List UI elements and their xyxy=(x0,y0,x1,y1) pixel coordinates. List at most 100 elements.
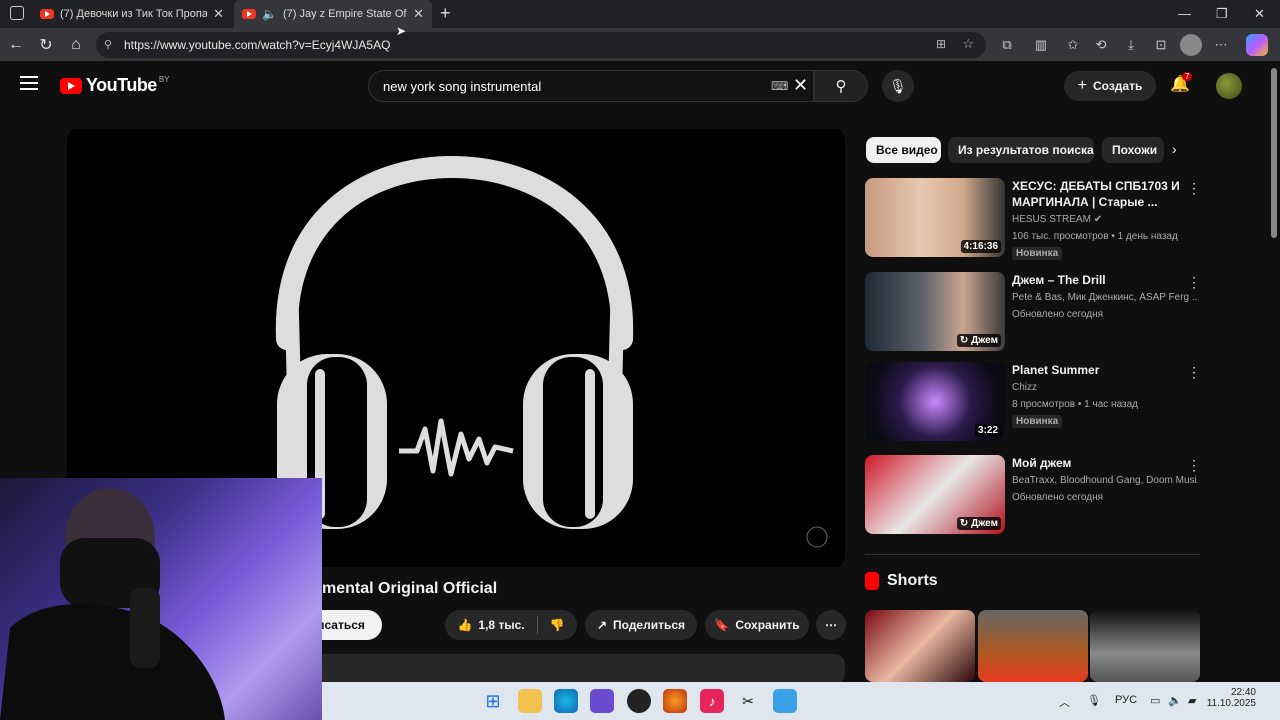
channel-name[interactable]: BeaTraxx, Bloodhound Gang, Doom Musi... xyxy=(1012,475,1198,486)
fl-studio-icon[interactable] xyxy=(663,689,687,713)
chip-all-videos[interactable]: Все видео xyxy=(866,137,941,163)
duration-label: 3:22 xyxy=(974,424,1001,437)
youtube-logo[interactable]: YouTube BY xyxy=(60,75,170,96)
video-menu-icon[interactable]: ⋮ xyxy=(1187,457,1201,474)
app-grid-icon[interactable]: ⊞ xyxy=(936,37,946,51)
more-actions-icon[interactable]: ⋯ xyxy=(816,610,846,640)
clock[interactable]: 22:40 11.10.2025 xyxy=(1207,687,1256,709)
headphones-app-icon[interactable] xyxy=(590,689,614,713)
save-button[interactable]: 🔖 Сохранить xyxy=(705,610,809,640)
close-window-icon[interactable]: ✕ xyxy=(1254,6,1265,22)
search-icon: ⚲ xyxy=(835,78,847,95)
new-tab-plus-icon[interactable]: + xyxy=(440,3,451,24)
downloads-icon[interactable]: ⤓ xyxy=(1120,34,1142,56)
video-thumbnail[interactable]: 4:16:36 xyxy=(865,178,1005,257)
browser-tab-bar: (7) Девочки из Тик Ток Пропага ✕ 🔈 (7) J… xyxy=(0,0,1280,28)
network-icon[interactable]: ▭ xyxy=(1150,694,1160,707)
search-input[interactable]: new york song instrumental ⌨ ✕ xyxy=(368,70,814,102)
video-thumbnail[interactable]: 3:22 xyxy=(865,362,1005,441)
channel-name[interactable]: HESUS STREAM ✔ xyxy=(1012,214,1198,225)
address-bar-row: ← ↻ ⌂ ⚲ https://www.youtube.com/watch?v=… xyxy=(0,28,1280,62)
video-meta: 106 тыс. просмотров • 1 день назад xyxy=(1012,231,1178,242)
notepad-icon[interactable] xyxy=(773,689,797,713)
description-box[interactable] xyxy=(300,654,845,684)
tiktok-icon[interactable]: ♪ xyxy=(700,689,724,713)
clear-search-icon[interactable]: ✕ xyxy=(793,75,808,96)
keyboard-icon[interactable]: ⌨ xyxy=(771,79,788,93)
file-explorer-icon[interactable] xyxy=(518,689,542,713)
short-thumbnail[interactable] xyxy=(865,610,975,682)
video-title-link[interactable]: ХЕСУС: ДЕБАТЫ СПБ1703 И МАРГИНАЛА | Стар… xyxy=(1012,178,1182,210)
favorites-icon[interactable]: ✩ xyxy=(1062,34,1084,56)
page-scrollbar[interactable] xyxy=(1268,62,1280,682)
video-thumbnail[interactable]: ↻ Джем xyxy=(865,455,1005,534)
speaker-icon[interactable]: 🔈 xyxy=(262,7,277,21)
history-icon[interactable]: ⟲ xyxy=(1090,34,1112,56)
youtube-wordmark: YouTube xyxy=(86,75,157,95)
tray-chevron-up-icon[interactable]: ︿ xyxy=(1059,694,1070,710)
video-meta: Обновлено сегодня xyxy=(1012,309,1104,320)
channel-name[interactable]: Pete & Bas, Мик Дженкинс, ASAP Ferg ... xyxy=(1012,292,1198,303)
settings-more-icon[interactable]: ⋯ xyxy=(1210,34,1232,56)
volume-icon[interactable]: 🔈 xyxy=(1168,694,1182,707)
chevron-right-icon[interactable]: › xyxy=(1172,141,1177,157)
thumbs-down-icon[interactable]: 👎 xyxy=(550,618,565,632)
profile-avatar-icon[interactable] xyxy=(1180,34,1202,56)
tab-1[interactable]: (7) Девочки из Тик Ток Пропага ✕ xyxy=(32,0,232,28)
video-meta: Обновлено сегодня xyxy=(1012,492,1104,503)
channel-name[interactable]: Chizz xyxy=(1012,382,1198,393)
url-text: https://www.youtube.com/watch?v=Ecyj4WJA… xyxy=(124,38,391,52)
windows-taskbar: ⊞ ♪ ✂ ︿ 🎙 РУС ▭ 🔈 ▰ 22:40 11.10.2025 xyxy=(322,682,1280,720)
video-title-link[interactable]: Мой джем xyxy=(1012,455,1182,471)
obs-icon[interactable] xyxy=(627,689,651,713)
voice-search-mic-icon[interactable]: 🎙 xyxy=(882,70,914,102)
start-windows-icon[interactable]: ⊞ xyxy=(481,689,505,713)
scrollbar-thumb[interactable] xyxy=(1271,68,1277,238)
close-tab-1-icon[interactable]: ✕ xyxy=(213,6,224,22)
create-button[interactable]: + Создать xyxy=(1064,71,1156,101)
favorite-star-icon[interactable]: ☆ xyxy=(962,36,974,52)
related-video[interactable]: ↻ Джем Джем – The Drill Pete & Bas, Мик … xyxy=(865,272,1205,352)
maximize-icon[interactable]: ❐ xyxy=(1216,6,1228,22)
video-title-link[interactable]: Джем – The Drill xyxy=(1012,272,1182,288)
tray-mic-icon[interactable]: 🎙 xyxy=(1087,694,1101,707)
home-icon[interactable]: ⌂ xyxy=(62,31,90,59)
video-menu-icon[interactable]: ⋮ xyxy=(1187,274,1201,291)
extensions-icon[interactable]: ⧉ xyxy=(996,34,1018,56)
site-info-icon[interactable]: ⚲ xyxy=(104,38,112,51)
streamer-figure xyxy=(0,488,225,720)
related-video[interactable]: 3:22 Planet Summer Chizz 8 просмотров • … xyxy=(865,362,1205,442)
tab-1-label: (7) Девочки из Тик Ток Пропага xyxy=(60,8,208,20)
url-field[interactable]: ⚲ https://www.youtube.com/watch?v=Ecyj4W… xyxy=(96,32,986,58)
short-thumbnail[interactable] xyxy=(978,610,1088,682)
related-video[interactable]: 4:16:36 ХЕСУС: ДЕБАТЫ СПБ1703 И МАРГИНАЛ… xyxy=(865,178,1205,260)
tab-actions-icon[interactable] xyxy=(10,6,24,20)
like-button[interactable]: 👍 1,8 тыс. xyxy=(457,618,524,632)
video-thumbnail[interactable]: ↻ Джем xyxy=(865,272,1005,351)
copilot-icon[interactable] xyxy=(1246,34,1268,56)
minimize-icon[interactable]: — xyxy=(1178,6,1191,21)
video-menu-icon[interactable]: ⋮ xyxy=(1187,180,1201,197)
short-thumbnail[interactable] xyxy=(1090,610,1200,682)
video-menu-icon[interactable]: ⋮ xyxy=(1187,364,1201,381)
language-indicator[interactable]: РУС xyxy=(1115,694,1137,706)
search-button[interactable]: ⚲ xyxy=(814,70,868,102)
split-screen-icon[interactable]: ▥ xyxy=(1030,34,1052,56)
youtube-favicon-icon xyxy=(242,9,256,19)
shorts-label: Shorts xyxy=(887,572,938,589)
capcut-icon[interactable]: ✂ xyxy=(736,689,760,713)
account-avatar[interactable] xyxy=(1216,73,1242,99)
screenshot-icon[interactable]: ⊡ xyxy=(1150,34,1172,56)
chip-from-search[interactable]: Из результатов поиска xyxy=(948,137,1094,163)
youtube-header: YouTube BY new york song instrumental ⌨ … xyxy=(0,62,1268,110)
edge-browser-icon[interactable] xyxy=(554,689,578,713)
back-arrow-icon[interactable]: ← xyxy=(2,31,30,59)
share-button[interactable]: ↗ Поделиться xyxy=(585,610,697,640)
video-title-link[interactable]: Planet Summer xyxy=(1012,362,1182,378)
chip-similar[interactable]: Похожи xyxy=(1102,137,1164,163)
menu-hamburger-icon[interactable] xyxy=(20,76,38,90)
refresh-icon[interactable]: ↻ xyxy=(32,31,60,59)
close-tab-2-icon[interactable]: ✕ xyxy=(413,6,424,22)
clock-time: 22:40 xyxy=(1230,687,1256,698)
related-video[interactable]: ↻ Джем Мой джем BeaTraxx, Bloodhound Gan… xyxy=(865,455,1205,535)
